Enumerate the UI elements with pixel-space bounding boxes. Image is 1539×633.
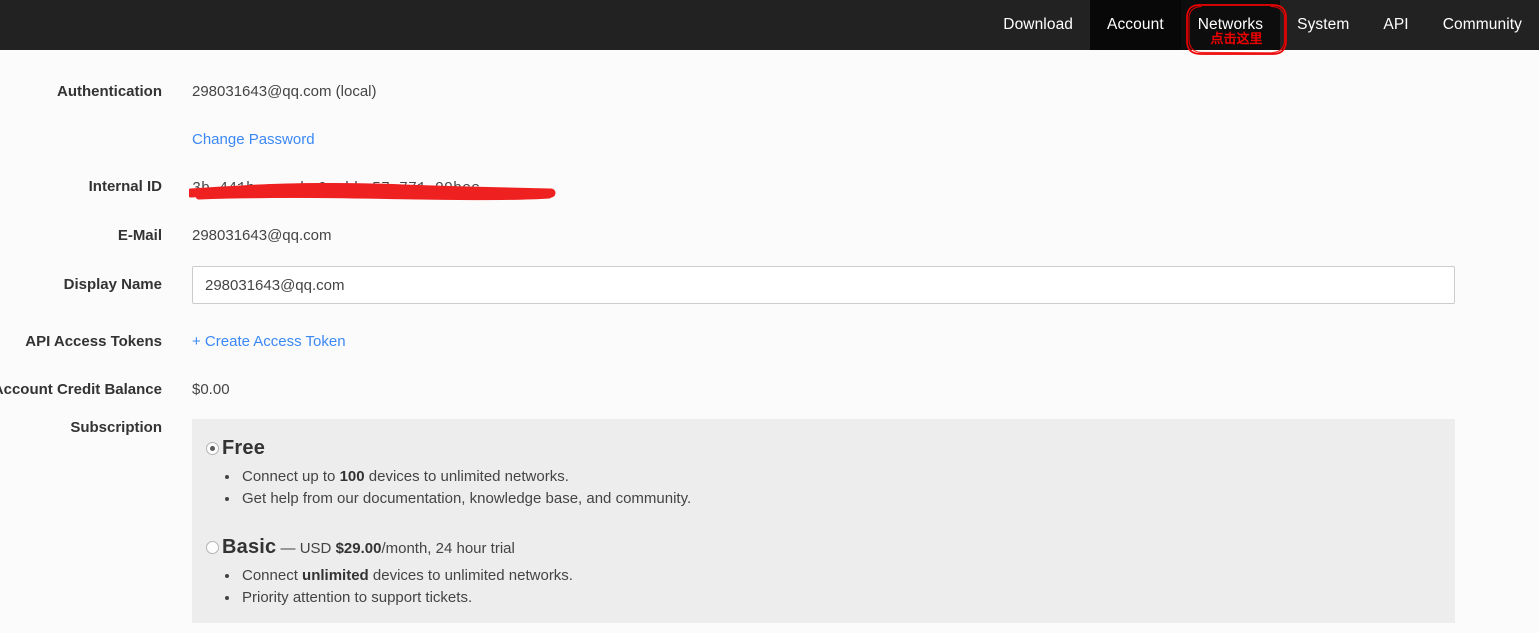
list-item: Priority attention to support tickets.	[240, 587, 1455, 609]
list-item: Connect up to 100 devices to unlimited n…	[240, 466, 1455, 488]
label-credit-balance: Account Credit Balance	[0, 381, 162, 398]
plan-basic-features: Connect unlimited devices to unlimited n…	[192, 565, 1455, 609]
label-email: E-Mail	[0, 227, 162, 244]
nav-item-community[interactable]: Community	[1426, 0, 1539, 50]
nav-item-account[interactable]: Account	[1090, 0, 1181, 50]
list-item: Get help from our documentation, knowled…	[240, 488, 1455, 510]
plan-basic[interactable]: Basic — USD $29.00/month, 24 hour trial	[192, 536, 1455, 559]
display-name-input[interactable]	[192, 266, 1455, 304]
label-internal-id: Internal ID	[0, 178, 162, 195]
nav-item-api[interactable]: API	[1366, 0, 1425, 50]
plan-basic-title: Basic	[222, 536, 276, 558]
feature-text: devices to unlimited networks.	[365, 468, 569, 485]
plan-free-features: Connect up to 100 devices to unlimited n…	[192, 466, 1455, 510]
feature-text: Priority attention to support tickets.	[242, 589, 472, 606]
value-credit-balance: $0.00	[192, 381, 230, 398]
label-api-access-tokens: API Access Tokens	[0, 333, 162, 350]
nav-item-label: Download	[1003, 17, 1073, 33]
nav-item-label: Account	[1107, 17, 1164, 33]
nav-item-download[interactable]: Download	[986, 0, 1090, 50]
change-password-link[interactable]: Change Password	[192, 131, 315, 148]
nav-item-label: Community	[1443, 17, 1522, 33]
create-access-token-link[interactable]: + Create Access Token	[192, 333, 346, 350]
nav-item-label: System	[1297, 17, 1349, 33]
value-email: 298031643@qq.com	[192, 227, 332, 244]
nav-item-label: API	[1383, 17, 1408, 33]
label-authentication: Authentication	[0, 83, 162, 100]
plan-basic-meta-pre: — USD	[276, 540, 335, 557]
plan-basic-price: $29.00	[336, 540, 382, 557]
change-password-link-wrap: Change Password	[192, 131, 315, 148]
top-navbar: Download Account Networks System API Com…	[0, 0, 1539, 50]
create-access-token-wrap: + Create Access Token	[192, 333, 346, 350]
value-authentication: 298031643@qq.com (local)	[192, 83, 377, 100]
label-subscription: Subscription	[0, 419, 162, 436]
internal-id-text: 3b-441b-----b-0--bb-57-771-99bcc	[192, 180, 480, 197]
nav-item-networks[interactable]: Networks	[1181, 0, 1280, 50]
plan-free[interactable]: Free	[192, 437, 1455, 460]
list-item: Connect unlimited devices to unlimited n…	[240, 565, 1455, 587]
feature-text: devices to unlimited networks.	[369, 567, 573, 584]
subscription-panel: Free Connect up to 100 devices to unlimi…	[192, 419, 1455, 623]
value-internal-id: 3b-441b-----b-0--bb-57-771-99bcc	[192, 178, 552, 204]
plan-basic-radio[interactable]	[206, 541, 219, 554]
feature-strong: unlimited	[302, 567, 369, 584]
nav-item-system[interactable]: System	[1280, 0, 1366, 50]
feature-text: Connect	[242, 567, 302, 584]
nav-item-label: Networks	[1198, 17, 1263, 33]
feature-text: Get help from our documentation, knowled…	[242, 490, 691, 507]
feature-text: Connect up to	[242, 468, 340, 485]
plan-divider-spacer	[192, 510, 1455, 536]
label-display-name: Display Name	[0, 276, 162, 293]
plan-basic-meta-post: /month, 24 hour trial	[381, 540, 514, 557]
plan-free-title: Free	[222, 437, 265, 459]
feature-strong: 100	[340, 468, 365, 485]
plan-free-radio[interactable]	[206, 442, 219, 455]
